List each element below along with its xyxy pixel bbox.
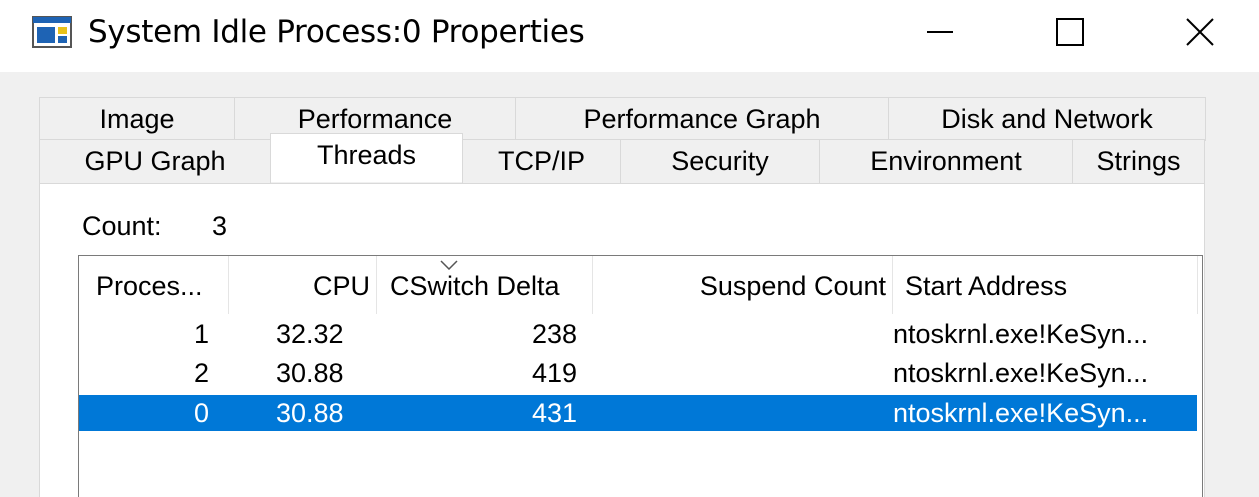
thread-cpu-cell: 30.88 [276, 358, 344, 388]
thread-process-cell: 1 [193, 319, 209, 349]
thread-suspend-cell [593, 355, 883, 391]
maximize-button[interactable] [1030, 0, 1110, 64]
thread-row[interactable]: 2 30.88 419 ntoskrnl.exe!KeSyn... [79, 355, 1197, 391]
thread-process-cell: 2 [193, 358, 209, 388]
title-bar: System Idle Process:0 Properties [0, 0, 1259, 72]
thread-process-cell: 0 [193, 398, 209, 428]
window-title: System Idle Process:0 Properties [88, 14, 585, 50]
thread-start-address-cell: ntoskrnl.exe!KeSyn... [893, 358, 1149, 388]
threads-list[interactable]: Proces... CPU CSwitch Delta Suspend Coun… [78, 255, 1203, 497]
tab-threads[interactable]: Threads [270, 133, 463, 182]
thread-count-value: 3 [212, 211, 228, 241]
close-button[interactable] [1160, 0, 1240, 64]
tab-performance-graph[interactable]: Performance Graph [515, 97, 889, 141]
thread-suspend-cell [593, 395, 883, 431]
column-header-cpu[interactable]: CPU [229, 256, 458, 314]
tab-security[interactable]: Security [620, 139, 820, 183]
tab-environment[interactable]: Environment [819, 139, 1073, 183]
column-header-start-address[interactable]: Start Address [893, 256, 1198, 314]
tab-image[interactable]: Image [39, 97, 235, 141]
app-window-icon [32, 16, 72, 48]
column-header-cpu-label: CPU [312, 271, 370, 301]
thread-start-address-cell: ntoskrnl.exe!KeSyn... [893, 398, 1149, 428]
list-header: Proces... CPU CSwitch Delta Suspend Coun… [79, 256, 1202, 314]
thread-cpu-cell: 32.32 [276, 319, 344, 349]
column-header-suspend-count[interactable]: Suspend Count [593, 256, 893, 314]
thread-cswitch-cell: 431 [531, 398, 577, 428]
tab-disk-and-network[interactable]: Disk and Network [888, 97, 1206, 141]
thread-cswitch-cell: 419 [531, 358, 577, 388]
close-icon [1186, 18, 1214, 46]
tab-gpu-graph[interactable]: GPU Graph [39, 139, 271, 183]
thread-count-label: Count: [82, 211, 162, 241]
thread-suspend-cell [593, 316, 883, 352]
minimize-icon [927, 31, 953, 33]
thread-row[interactable]: 1 32.32 238 ntoskrnl.exe!KeSyn... [79, 316, 1197, 352]
thread-row-selected[interactable]: 0 30.88 431 ntoskrnl.exe!KeSyn... [79, 395, 1197, 431]
minimize-button[interactable] [900, 0, 980, 64]
tab-row-1: Image Performance Performance Graph Disk… [39, 97, 1206, 141]
tab-tcpip[interactable]: TCP/IP [462, 139, 621, 183]
thread-cswitch-cell: 238 [531, 319, 577, 349]
tab-row-2: GPU Graph Threads TCP/IP Security Enviro… [39, 133, 1205, 183]
thread-start-address-cell: ntoskrnl.exe!KeSyn... [893, 319, 1149, 349]
column-header-cswitch-delta[interactable]: CSwitch Delta [377, 256, 593, 314]
column-header-process[interactable]: Proces... [79, 256, 229, 314]
thread-cpu-cell: 30.88 [276, 398, 344, 428]
tab-strings[interactable]: Strings [1072, 139, 1205, 183]
maximize-icon [1056, 18, 1084, 46]
